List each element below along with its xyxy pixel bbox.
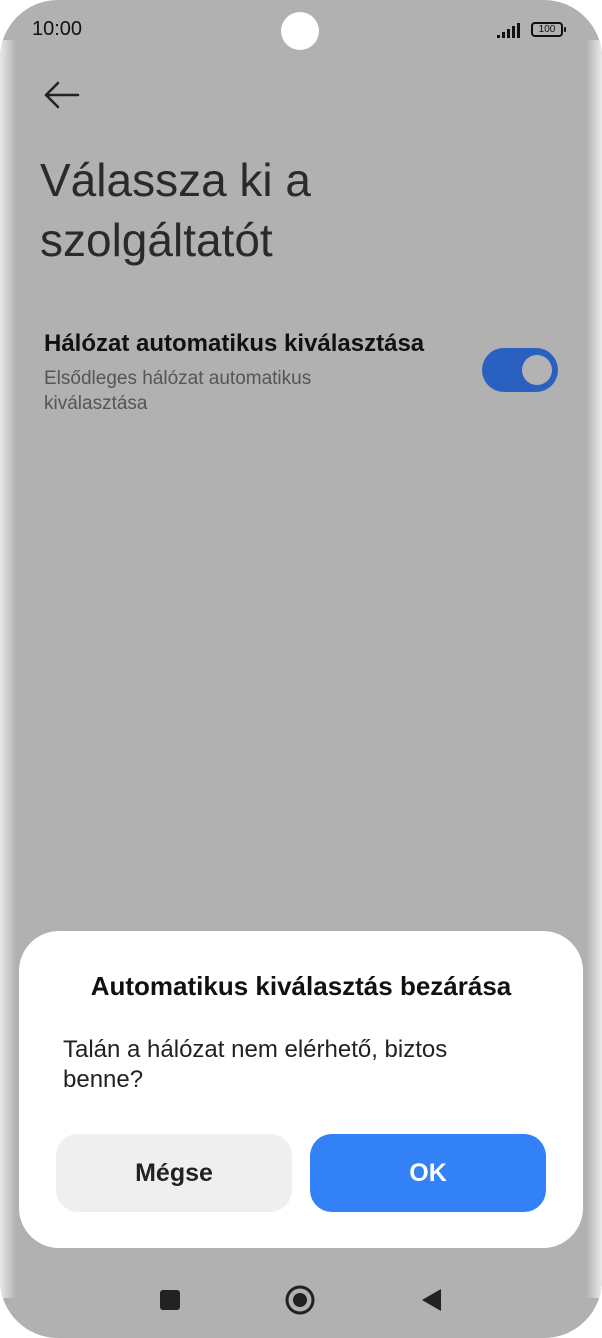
auto-network-setting-row[interactable]: Hálózat automatikus kiválasztása Elsődle… (44, 330, 564, 430)
setting-title: Hálózat automatikus kiválasztása (44, 330, 425, 357)
camera-cutout (281, 12, 319, 50)
setting-subtitle: Elsődleges hálózat automatikus kiválaszt… (44, 368, 312, 414)
screen-edge-right (586, 40, 602, 1298)
status-bar: 10:00 100 (0, 0, 602, 62)
page-title: Válassza ki a szolgáltatót (40, 154, 312, 266)
dialog-message: Talán a hálózat nem elérhető, biztos ben… (63, 1036, 448, 1093)
navigation-bar (0, 1270, 602, 1330)
back-arrow-icon[interactable] (40, 78, 84, 112)
status-time: 10:00 (32, 18, 83, 40)
confirm-dialog: Automatikus kiválasztás bezárása Talán a… (19, 931, 583, 1248)
battery-icon: 100 (531, 22, 566, 37)
cancel-button[interactable]: Mégse (56, 1134, 292, 1212)
battery-level: 100 (538, 24, 556, 35)
ok-button[interactable]: OK (310, 1134, 546, 1212)
back-icon[interactable] (421, 1288, 443, 1312)
dialog-title: Automatikus kiválasztás bezárása (90, 971, 512, 1001)
screen-edge-left (0, 40, 16, 1298)
toggle-knob (522, 355, 552, 385)
auto-network-toggle[interactable] (482, 348, 558, 392)
recents-icon[interactable] (160, 1290, 180, 1310)
phone-screen: 10:00 100 Válassza ki a szolgáltatót Hál… (0, 0, 602, 1338)
signal-icon (497, 23, 520, 38)
home-icon[interactable] (285, 1285, 315, 1315)
